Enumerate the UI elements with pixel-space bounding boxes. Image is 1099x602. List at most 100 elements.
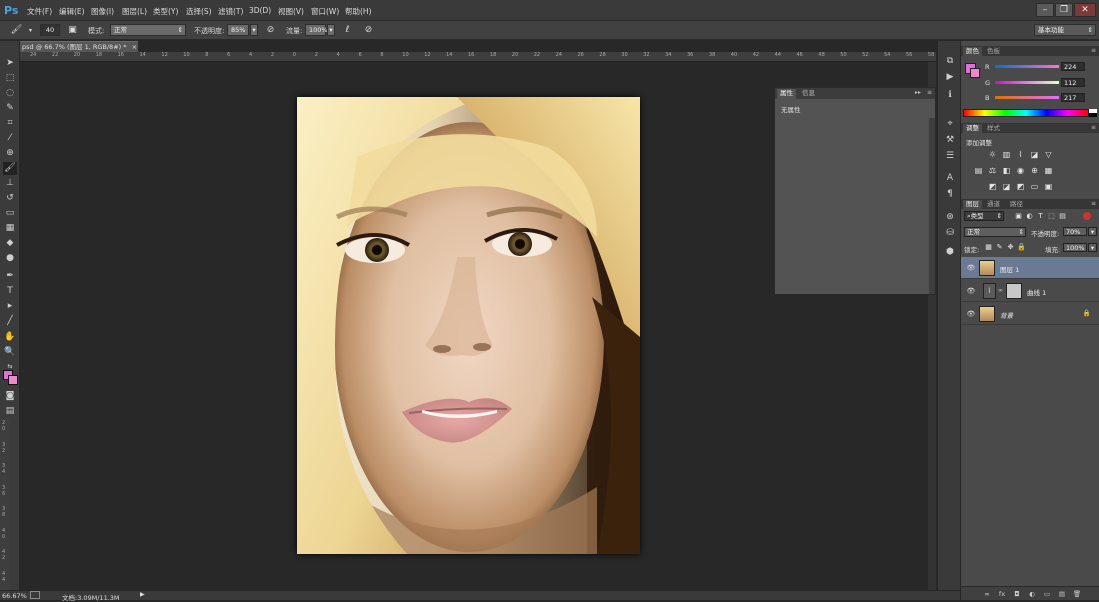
tool-presets-icon[interactable]: ⚒ xyxy=(943,134,957,147)
eyedropper-tool-icon[interactable]: ⁄ xyxy=(3,132,17,145)
properties-scrollbar[interactable] xyxy=(929,118,935,294)
lock-transparent-icon[interactable]: ▦ xyxy=(983,242,994,253)
menu-filter[interactable]: 滤镜(T) xyxy=(218,6,243,17)
type-tool-icon[interactable]: T xyxy=(3,285,17,298)
color-spectrum-bar[interactable] xyxy=(963,109,1089,117)
tab-paths[interactable]: 路径 xyxy=(1007,200,1026,209)
menu-type[interactable]: 类型(Y) xyxy=(153,6,178,17)
tab-properties[interactable]: 属性 xyxy=(777,89,796,99)
invert-icon[interactable]: ◩ xyxy=(987,181,998,192)
move-tool-icon[interactable]: ➤ xyxy=(3,57,17,70)
line-tool-icon[interactable]: ╱ xyxy=(3,315,17,328)
menu-select[interactable]: 选择(S) xyxy=(186,6,212,17)
marquee-tool-icon[interactable]: ⬚ xyxy=(3,72,17,85)
document-tab[interactable]: psd @ 66.7% (图层 1, RGB/8#) * × xyxy=(20,41,138,52)
menu-3d[interactable]: 3D(D) xyxy=(249,6,271,15)
layer-opacity-dropdown[interactable]: ▾ xyxy=(1088,227,1097,236)
new-layer-icon[interactable]: ▤ xyxy=(1057,590,1067,598)
filter-adjustment-icon[interactable]: ◐ xyxy=(1024,211,1035,222)
layer-filter-select[interactable]: ⌕类型 ⇕ xyxy=(964,211,1004,221)
screen-mode-icon[interactable]: ▤ xyxy=(3,405,17,418)
red-slider[interactable] xyxy=(995,65,1059,68)
add-mask-icon[interactable]: ◘ xyxy=(1012,590,1022,598)
path-selection-tool-icon[interactable]: ▸ xyxy=(3,300,17,313)
flow-input[interactable]: 100% xyxy=(305,24,328,36)
panel-menu-icon[interactable]: ≡ xyxy=(1091,124,1096,131)
history-icon[interactable]: ⧉ xyxy=(943,55,957,68)
clone-source-icon[interactable]: ⊛ xyxy=(943,211,957,224)
actions-icon[interactable]: ▶ xyxy=(943,71,957,84)
zoom-level[interactable]: 66.67% xyxy=(2,592,27,600)
3d-icon[interactable]: ⛁ xyxy=(943,227,957,240)
link-layers-icon[interactable]: ∞ xyxy=(982,590,992,598)
layer-opacity-input[interactable]: 70% xyxy=(1063,227,1087,236)
eraser-tool-icon[interactable]: ▭ xyxy=(3,207,17,220)
exposure-icon[interactable]: ◪ xyxy=(1029,149,1040,160)
menu-edit[interactable]: 编辑(E) xyxy=(59,6,85,17)
green-slider[interactable] xyxy=(995,81,1059,84)
layer-row-curves1[interactable]: 👁 ⌇ ∞ 曲线 1 xyxy=(961,280,1099,302)
blend-mode-select[interactable]: 正常 ⇕ xyxy=(964,227,1026,237)
filter-toggle-icon[interactable] xyxy=(1083,212,1091,220)
fill-dropdown[interactable]: ▾ xyxy=(1088,243,1097,252)
eye-icon[interactable]: 👁 xyxy=(966,286,976,296)
collapse-panel-icon[interactable]: ▸▸ xyxy=(915,89,921,96)
pen-tool-icon[interactable]: ✒ xyxy=(3,270,17,283)
layer-name[interactable]: 图层 1 xyxy=(1000,264,1019,274)
eye-icon[interactable]: 👁 xyxy=(966,263,976,273)
3d-materials-icon[interactable]: ⬢ xyxy=(943,246,957,259)
dodge-tool-icon[interactable]: ● xyxy=(3,252,17,265)
tab-color[interactable]: 颜色 xyxy=(963,47,982,56)
color-background-swatch[interactable] xyxy=(970,68,980,78)
menu-layer[interactable]: 图层(L) xyxy=(122,6,147,17)
brush-presets-icon[interactable]: ⌖ xyxy=(943,118,957,131)
status-menu-arrow-icon[interactable]: ▶ xyxy=(140,591,145,598)
layer-name[interactable]: 背景 xyxy=(1000,310,1013,320)
blue-value-input[interactable]: 217 xyxy=(1061,93,1085,102)
background-color-swatch[interactable] xyxy=(8,375,18,385)
layer-mask-thumbnail[interactable] xyxy=(1006,283,1022,299)
photo-filter-icon[interactable]: ◉ xyxy=(1015,165,1026,176)
filter-smart-icon[interactable]: ▤ xyxy=(1057,211,1068,222)
workspace-select[interactable]: 基本功能 ⇕ xyxy=(1034,24,1096,36)
panel-menu-icon[interactable]: ≡ xyxy=(1091,47,1096,54)
menu-image[interactable]: 图像(I) xyxy=(91,6,114,17)
selective-color-icon[interactable]: ▣ xyxy=(1043,181,1054,192)
black-swatch[interactable] xyxy=(1089,113,1097,117)
hand-tool-icon[interactable]: ✋ xyxy=(3,331,17,344)
lock-all-icon[interactable]: 🔒 xyxy=(1016,242,1027,253)
brush-tool-preset-icon[interactable]: 🖌 xyxy=(10,24,23,37)
lock-pixels-icon[interactable]: ✎ xyxy=(994,242,1005,253)
posterize-icon[interactable]: ◪ xyxy=(1001,181,1012,192)
panel-menu-icon[interactable]: ≡ xyxy=(1091,200,1096,207)
new-group-icon[interactable]: ▭ xyxy=(1042,590,1052,598)
brush-size-picker[interactable]: 40 xyxy=(40,24,60,36)
filter-type-icon[interactable]: T xyxy=(1035,211,1046,222)
layer-row-background[interactable]: 👁 背景 🔒 xyxy=(961,303,1099,325)
gradient-tool-icon[interactable]: ▦ xyxy=(3,222,17,235)
pressure-size-icon[interactable]: ⊘ xyxy=(362,24,375,37)
brush-panel-toggle-icon[interactable]: ▣ xyxy=(66,24,79,37)
chevron-down-icon[interactable]: ▾ xyxy=(24,24,37,37)
tab-styles[interactable]: 样式 xyxy=(984,124,1003,133)
blue-slider[interactable] xyxy=(995,96,1059,99)
red-value-input[interactable]: 224 xyxy=(1061,62,1085,71)
menu-view[interactable]: 视图(V) xyxy=(278,6,304,17)
lock-position-icon[interactable]: ✥ xyxy=(1005,242,1016,253)
channel-mixer-icon[interactable]: ⊕ xyxy=(1029,165,1040,176)
brightness-icon[interactable]: ☼ xyxy=(987,149,998,160)
menu-window[interactable]: 窗口(W) xyxy=(311,6,339,17)
layer-row-layer1[interactable]: 👁 图层 1 xyxy=(961,257,1099,279)
paragraph-icon[interactable]: ¶ xyxy=(943,188,957,201)
menu-file[interactable]: 文件(F) xyxy=(27,6,52,17)
opacity-dropdown[interactable]: ▾ xyxy=(250,24,258,36)
fill-input[interactable]: 100% xyxy=(1063,243,1087,252)
brush-tool-icon[interactable]: 🖌 xyxy=(3,162,17,175)
color-balance-icon[interactable]: ⚖ xyxy=(987,165,998,176)
hue-saturation-icon[interactable]: ▤ xyxy=(973,165,984,176)
black-white-icon[interactable]: ◧ xyxy=(1001,165,1012,176)
levels-icon[interactable]: ▥ xyxy=(1001,149,1012,160)
info-icon[interactable]: ℹ xyxy=(943,89,957,102)
tab-adjustments[interactable]: 调整 xyxy=(963,124,982,133)
adjustments-icon[interactable]: ☰ xyxy=(943,150,957,163)
